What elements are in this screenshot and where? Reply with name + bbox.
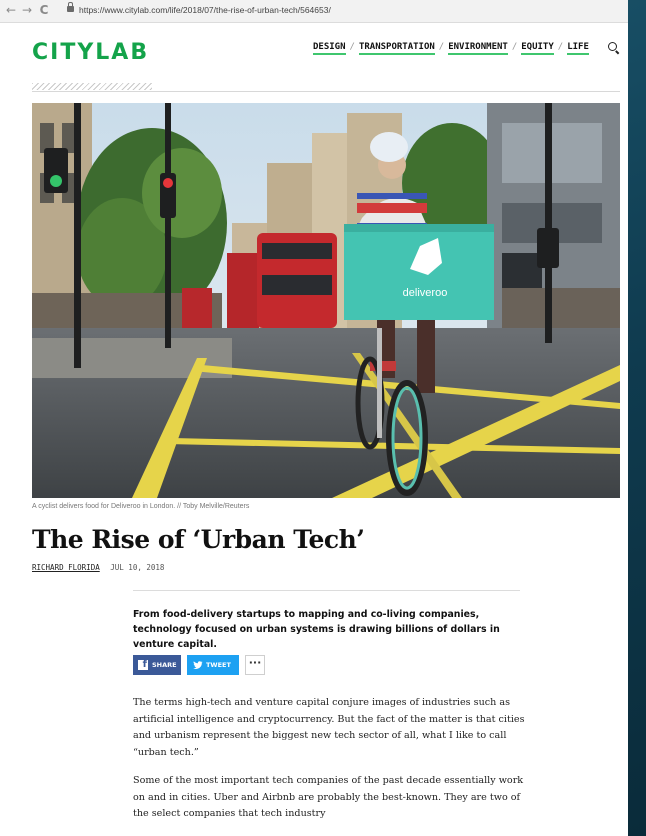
box-brand-text: deliveroo: [403, 287, 448, 299]
back-arrow-icon[interactable]: ←: [4, 3, 18, 17]
main-nav: DESIGN / TRANSPORTATION / ENVIRONMENT / EQUITY…: [313, 42, 589, 55]
site-logo[interactable]: CITYLAB: [32, 40, 149, 65]
nav-item-life[interactable]: LIFE: [567, 42, 589, 55]
facebook-share-button[interactable]: f SHARE: [133, 655, 181, 675]
search-icon[interactable]: [608, 42, 617, 51]
article-headline: The Rise of ‘Urban Tech’: [32, 525, 365, 554]
facebook-share-label: SHARE: [152, 661, 177, 669]
body-paragraph: The terms high-tech and venture capital …: [133, 697, 525, 758]
browser-toolbar: ← → C https://www.citylab.com/life/2018/…: [0, 0, 628, 23]
decorative-hatch: [32, 83, 152, 90]
lock-icon: [67, 2, 74, 12]
author-link[interactable]: RICHARD FLORIDA: [32, 563, 100, 572]
nav-item-design[interactable]: DESIGN: [313, 42, 346, 55]
twitter-share-label: TWEET: [206, 661, 231, 669]
more-share-button[interactable]: ···: [245, 655, 265, 675]
twitter-share-button[interactable]: TWEET: [187, 655, 239, 675]
header-divider: [32, 91, 620, 92]
nav-separator: /: [438, 42, 445, 52]
browser-window: ← → C https://www.citylab.com/life/2018/…: [0, 0, 628, 836]
nav-item-environment[interactable]: ENVIRONMENT: [448, 42, 508, 55]
facebook-icon: f: [138, 660, 148, 670]
body-paragraph: Some of the most important tech companie…: [133, 775, 524, 819]
dek-divider: [133, 590, 520, 591]
nav-separator: /: [349, 42, 355, 52]
address-bar[interactable]: https://www.citylab.com/life/2018/07/the…: [79, 5, 331, 15]
article-dek: From food-delivery startups to mapping a…: [133, 609, 500, 650]
nav-item-equity[interactable]: EQUITY: [521, 42, 554, 55]
byline: RICHARD FLORIDA JUL 10, 2018: [32, 563, 164, 572]
reload-icon[interactable]: C: [37, 3, 51, 17]
twitter-bird-icon: [193, 661, 203, 669]
nav-separator: /: [557, 42, 564, 52]
hero-image: deliveroo: [32, 103, 620, 498]
article-body: The terms high-tech and venture capital …: [133, 695, 528, 835]
nav-item-transportation[interactable]: TRANSPORTATION: [358, 42, 435, 55]
forward-arrow-icon[interactable]: →: [20, 3, 34, 17]
nav-separator: /: [511, 42, 518, 52]
image-caption: A cyclist delivers food for Deliveroo in…: [32, 503, 250, 510]
publish-date: JUL 10, 2018: [110, 563, 165, 572]
